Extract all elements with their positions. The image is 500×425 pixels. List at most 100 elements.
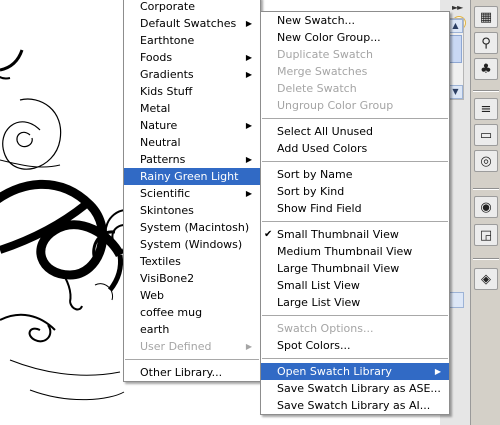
submenu-arrow-icon: ▶ <box>245 19 252 28</box>
panel-menu-item-spot-colors[interactable]: Spot Colors... <box>261 337 449 354</box>
checkmark-icon: ✔ <box>264 229 273 240</box>
panel-menu-item-new-swatch[interactable]: New Swatch... <box>261 12 449 29</box>
layers-icon[interactable]: ◈ <box>474 268 498 290</box>
panel-menu-item-open-swatch-library[interactable]: Open Swatch Library ▶ <box>261 363 449 380</box>
menu-item-label: Textiles <box>140 255 181 268</box>
menu-item-label: Scientific <box>140 187 191 200</box>
menu-item-label: User Defined <box>140 340 212 353</box>
panel-menu-item-save-swatch-library-as-ai[interactable]: Save Swatch Library as AI... <box>261 397 449 414</box>
library-item-other-library[interactable]: Other Library... <box>124 364 260 381</box>
menu-separator <box>262 161 448 162</box>
menu-item-label: Small List View <box>277 279 360 292</box>
library-item-system-macintosh[interactable]: System (Macintosh) <box>124 219 260 236</box>
menu-item-label: New Swatch... <box>277 14 356 27</box>
library-item-corporate[interactable]: Corporate <box>124 0 260 15</box>
panel-menu-item-duplicate-swatch: Duplicate Swatch <box>261 46 449 63</box>
library-item-earth[interactable]: earth <box>124 321 260 338</box>
panel-strip-divider <box>473 258 499 260</box>
menu-item-label: Large List View <box>277 296 361 309</box>
menu-item-label: VisiBone2 <box>140 272 195 285</box>
submenu-arrow-icon: ▶ <box>434 367 441 376</box>
swatch-library-submenu: Corporate Default Swatches ▶ Earthtone Foods… <box>123 0 261 382</box>
panel-menu-item-medium-thumbnail-view[interactable]: Medium Thumbnail View <box>261 243 449 260</box>
transparency-icon[interactable]: ◎ <box>474 150 498 172</box>
panel-menu-item-small-thumbnail-view[interactable]: ✔ Small Thumbnail View <box>261 226 449 243</box>
library-item-metal[interactable]: Metal <box>124 100 260 117</box>
panel-collapse-arrows-icon[interactable]: ►► <box>452 3 463 12</box>
menu-item-label: Nature <box>140 119 178 132</box>
panel-menu-item-large-thumbnail-view[interactable]: Large Thumbnail View <box>261 260 449 277</box>
scroll-up-icon[interactable]: ▲ <box>448 19 463 33</box>
appearance-icon[interactable]: ◉ <box>474 196 498 218</box>
stroke-icon[interactable]: ≡ <box>474 98 498 120</box>
menu-item-label: Sort by Name <box>277 168 353 181</box>
panel-menu-item-delete-swatch: Delete Swatch <box>261 80 449 97</box>
library-item-foods[interactable]: Foods ▶ <box>124 49 260 66</box>
library-item-web[interactable]: Web <box>124 287 260 304</box>
menu-item-label: Foods <box>140 51 173 64</box>
library-item-nature[interactable]: Nature ▶ <box>124 117 260 134</box>
scroll-thumb[interactable] <box>449 35 462 63</box>
symbols-icon[interactable]: ♣ <box>474 58 498 80</box>
panel-strip-divider <box>473 188 499 190</box>
gradient-icon[interactable]: ▭ <box>474 124 498 146</box>
menu-item-label: Select All Unused <box>277 125 374 138</box>
scroll-down-icon[interactable]: ▼ <box>448 85 463 99</box>
menu-item-label: Swatch Options... <box>277 322 374 335</box>
menu-item-label: Corporate <box>140 0 195 13</box>
library-item-gradients[interactable]: Gradients ▶ <box>124 66 260 83</box>
submenu-arrow-icon: ▶ <box>245 121 252 130</box>
swatches-icon[interactable]: ▦ <box>474 6 498 28</box>
menu-item-label: Web <box>140 289 164 302</box>
docked-panel-strip: ▦ ⚲ ♣ ≡ ▭ ◎ ◉ ◲ ◈ <box>470 0 500 425</box>
panel-menu-item-sort-by-name[interactable]: Sort by Name <box>261 166 449 183</box>
submenu-arrow-icon: ▶ <box>245 53 252 62</box>
menu-item-label: Patterns <box>140 153 186 166</box>
menu-item-label: Add Used Colors <box>277 142 368 155</box>
submenu-arrow-icon: ▶ <box>245 189 252 198</box>
menu-item-label: Skintones <box>140 204 194 217</box>
submenu-arrow-icon: ▶ <box>245 155 252 164</box>
library-item-textiles[interactable]: Textiles <box>124 253 260 270</box>
panel-strip-divider <box>473 90 499 92</box>
graphic-styles-icon[interactable]: ◲ <box>474 224 498 246</box>
panel-menu-item-small-list-view[interactable]: Small List View <box>261 277 449 294</box>
panel-menu-item-new-color-group[interactable]: New Color Group... <box>261 29 449 46</box>
library-item-coffee-mug[interactable]: coffee mug <box>124 304 260 321</box>
panel-menu-item-ungroup-color-group: Ungroup Color Group <box>261 97 449 114</box>
submenu-arrow-icon: ▶ <box>245 342 252 351</box>
panel-menu-item-select-all-unused[interactable]: Select All Unused <box>261 123 449 140</box>
menu-item-label: Earthtone <box>140 34 195 47</box>
library-item-neutral[interactable]: Neutral <box>124 134 260 151</box>
panel-menu-item-add-used-colors[interactable]: Add Used Colors <box>261 140 449 157</box>
library-item-visibone2[interactable]: VisiBone2 <box>124 270 260 287</box>
panel-menu-item-large-list-view[interactable]: Large List View <box>261 294 449 311</box>
library-item-patterns[interactable]: Patterns ▶ <box>124 151 260 168</box>
library-item-rainy-green-light[interactable]: Rainy Green Light <box>124 168 260 185</box>
library-item-user-defined: User Defined ▶ <box>124 338 260 355</box>
library-item-system-windows[interactable]: System (Windows) <box>124 236 260 253</box>
brushes-icon[interactable]: ⚲ <box>474 32 498 54</box>
menu-item-label: Ungroup Color Group <box>277 99 394 112</box>
swatches-panel-menu: New Swatch... New Color Group... Duplicate… <box>260 11 450 415</box>
menu-item-label: Large Thumbnail View <box>277 262 400 275</box>
menu-item-label: Save Swatch Library as AI... <box>277 399 431 412</box>
panel-menu-item-sort-by-kind[interactable]: Sort by Kind <box>261 183 449 200</box>
menu-item-label: Kids Stuff <box>140 85 193 98</box>
menu-item-label: Gradients <box>140 68 194 81</box>
menu-separator <box>262 118 448 119</box>
library-item-default-swatches[interactable]: Default Swatches ▶ <box>124 15 260 32</box>
menu-item-label: Small Thumbnail View <box>277 228 399 241</box>
library-item-skintones[interactable]: Skintones <box>124 202 260 219</box>
menu-item-label: Rainy Green Light <box>140 170 239 183</box>
panel-menu-item-swatch-options: Swatch Options... <box>261 320 449 337</box>
library-item-kids-stuff[interactable]: Kids Stuff <box>124 83 260 100</box>
menu-separator <box>262 315 448 316</box>
library-item-scientific[interactable]: Scientific ▶ <box>124 185 260 202</box>
panel-menu-item-merge-swatches: Merge Swatches <box>261 63 449 80</box>
panel-menu-item-show-find-field[interactable]: Show Find Field <box>261 200 449 217</box>
panel-menu-item-save-swatch-library-as-ase[interactable]: Save Swatch Library as ASE... <box>261 380 449 397</box>
menu-item-label: Metal <box>140 102 171 115</box>
submenu-arrow-icon: ▶ <box>245 70 252 79</box>
library-item-earthtone[interactable]: Earthtone <box>124 32 260 49</box>
